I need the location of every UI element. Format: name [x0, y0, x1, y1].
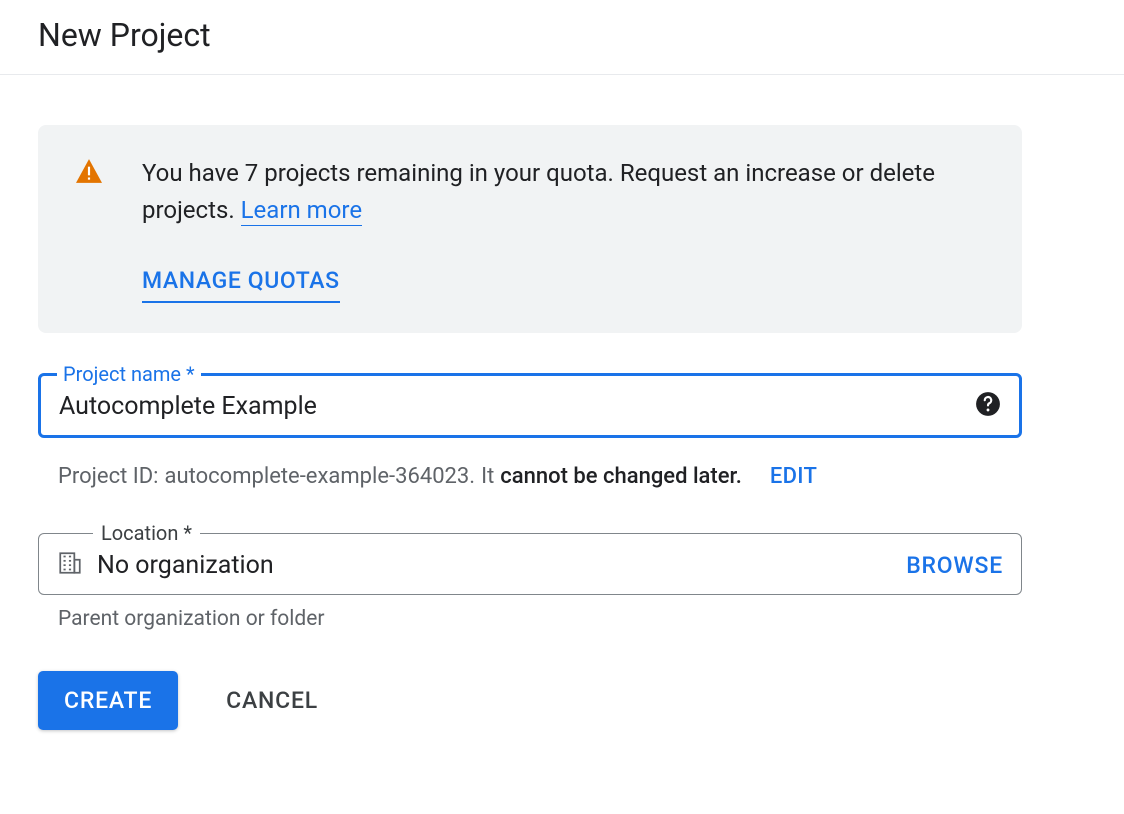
location-field[interactable]: Location * No organization BROWSE [38, 533, 1022, 595]
location-helper: Parent organization or folder [38, 607, 1022, 631]
help-icon[interactable] [975, 391, 1001, 421]
organization-icon [57, 550, 83, 580]
project-id-value: autocomplete-example-364023. [165, 464, 476, 489]
manage-quotas-link[interactable]: MANAGE QUOTAS [142, 263, 340, 303]
location-value: No organization [97, 551, 892, 580]
location-label: Location * [93, 521, 200, 545]
learn-more-link[interactable]: Learn more [241, 196, 362, 226]
project-name-field[interactable]: Project name * [38, 373, 1022, 438]
action-row: CREATE CANCEL [38, 671, 1022, 730]
project-id-row: Project ID: autocomplete-example-364023.… [38, 464, 1022, 489]
browse-button[interactable]: BROWSE [906, 552, 1003, 579]
edit-project-id-button[interactable]: EDIT [770, 464, 817, 489]
quota-notice: You have 7 projects remaining in your qu… [38, 125, 1022, 333]
warning-icon [76, 159, 102, 187]
project-id-prefix: Project ID: [58, 464, 159, 489]
project-name-input[interactable] [59, 392, 961, 421]
project-name-label: Project name * [57, 362, 201, 386]
notice-body: You have 7 projects remaining in your qu… [142, 155, 984, 303]
cancel-button[interactable]: CANCEL [226, 687, 318, 714]
create-button[interactable]: CREATE [38, 671, 178, 730]
page-title: New Project [38, 16, 1086, 54]
form-content: You have 7 projects remaining in your qu… [0, 75, 1060, 760]
project-id-warning: cannot be changed later. [500, 464, 742, 489]
project-id-mid: It [481, 464, 494, 489]
page-header: New Project [0, 0, 1124, 75]
